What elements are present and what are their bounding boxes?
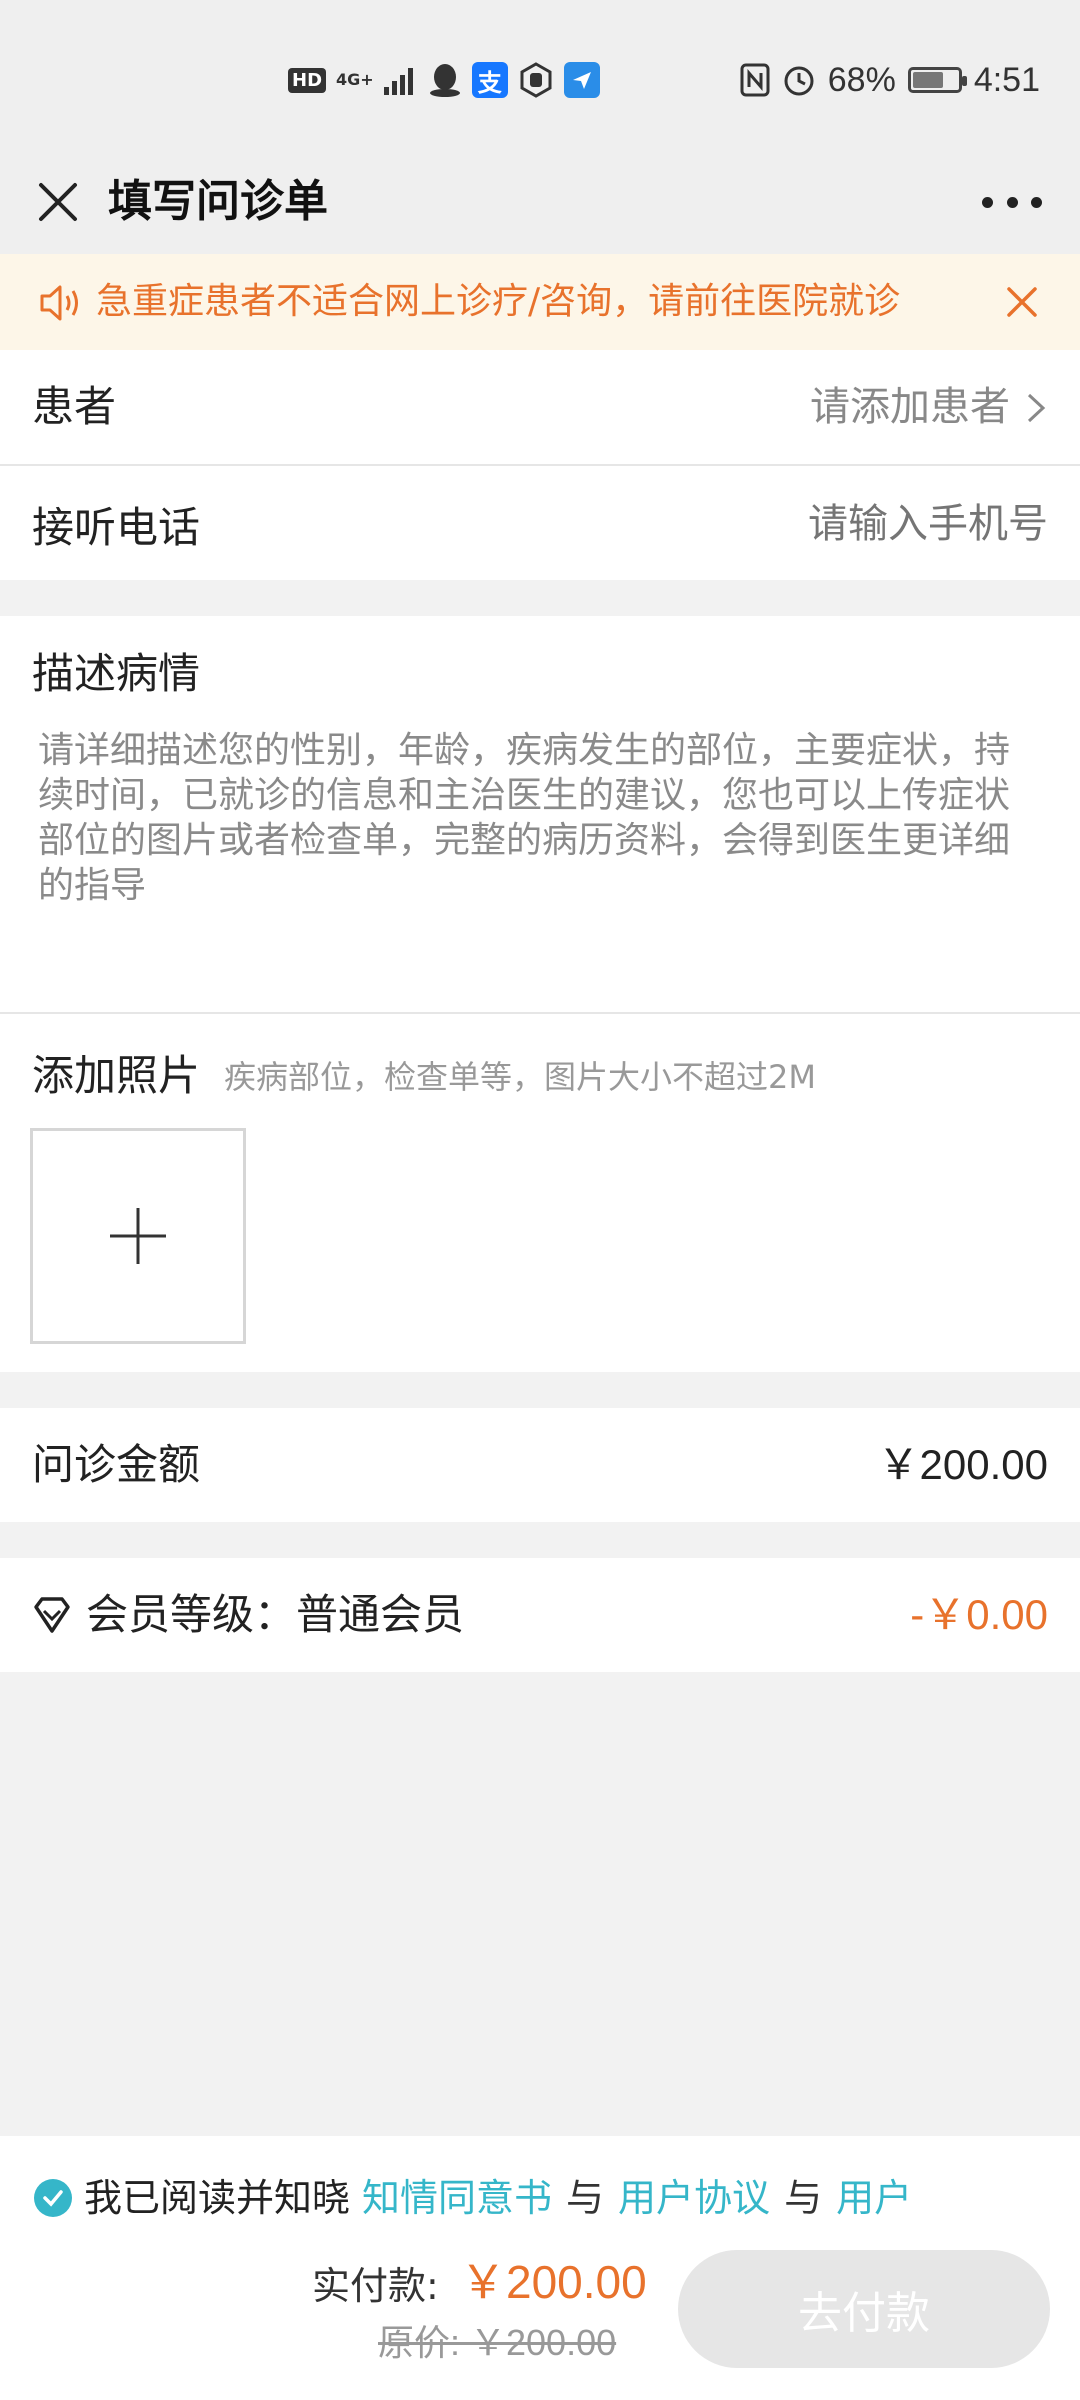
- agree-text: 我已阅读并知晓: [84, 2176, 351, 2220]
- patient-label: 患者: [32, 382, 117, 431]
- member-discount: -￥0.00: [910, 1591, 1048, 1638]
- status-icons-left: HD 4G+ 支: [288, 58, 600, 102]
- notice-close-button[interactable]: [994, 274, 1050, 330]
- consent-link[interactable]: 知情同意书: [362, 2170, 552, 2226]
- clock: 4:51: [973, 60, 1040, 99]
- photo-label: 添加照片: [32, 1051, 201, 1100]
- alarm-icon: [784, 66, 814, 96]
- signal-icon: [383, 68, 413, 95]
- checkout-footer: 我已阅读并知晓 知情同意书 与 用户协议 与 用户 实付款: ￥200.00 原…: [0, 2136, 1080, 2400]
- and-text: 与: [784, 2176, 823, 2220]
- phone-input[interactable]: [548, 494, 1048, 554]
- more-button[interactable]: [982, 174, 1042, 230]
- battery-level: [912, 72, 943, 88]
- pay-button[interactable]: 去付款: [678, 2250, 1050, 2368]
- add-photo-button[interactable]: [30, 1128, 246, 1344]
- pay-amount: ￥200.00: [460, 2256, 647, 2308]
- description-textarea[interactable]: 请详细描述您的性别，年龄，疾病发生的部位，主要症状，持续时间，已就诊的信息和主治…: [38, 728, 1038, 908]
- nfc-icon: [740, 63, 770, 97]
- more-icon: [982, 196, 993, 208]
- qq-icon: [429, 64, 460, 97]
- hand-icon: [520, 62, 552, 98]
- hd-badge: HD: [288, 67, 327, 93]
- phone-row: 接听电话: [0, 466, 1080, 580]
- status-icons-right: 68% 4:51: [740, 56, 1040, 104]
- network-label: 4G+: [336, 70, 374, 89]
- description-label: 描述病情: [32, 649, 201, 698]
- agree-checkbox[interactable]: [34, 2179, 72, 2217]
- agreement-line: 我已阅读并知晓 知情同意书 与 用户协议 与 用户: [34, 2170, 912, 2226]
- fee-label: 问诊金额: [32, 1440, 201, 1489]
- battery-percent: 68%: [827, 60, 896, 99]
- pay-label: 实付款:: [312, 2264, 439, 2308]
- fee-value: ￥200.00: [877, 1441, 1048, 1488]
- check-icon: [43, 2190, 63, 2207]
- user-agreement-link[interactable]: 用户协议: [618, 2170, 770, 2226]
- speaker-icon: [40, 285, 78, 321]
- nav-bar: 填写问诊单: [0, 150, 1080, 254]
- fee-row: 问诊金额 ￥200.00: [0, 1408, 1080, 1522]
- original-price: 原价: ￥200.00: [378, 2322, 617, 2363]
- battery-icon: [907, 67, 967, 93]
- member-row: 会员等级：普通会员 -￥0.00: [0, 1558, 1080, 1672]
- plus-icon: [110, 1208, 166, 1264]
- member-level: 会员等级：普通会员: [86, 1590, 465, 1639]
- alipay-icon: 支: [471, 62, 508, 98]
- chevron-right-icon: [1027, 393, 1046, 423]
- app-icon: [563, 62, 600, 98]
- notice-text: 急重症患者不适合网上诊疗/咨询，请前往医院就诊: [96, 281, 901, 322]
- phone-label: 接听电话: [32, 503, 201, 552]
- warning-notice: 急重症患者不适合网上诊疗/咨询，请前往医院就诊: [0, 254, 1080, 350]
- user-link[interactable]: 用户: [836, 2170, 912, 2226]
- close-icon: [1007, 287, 1037, 317]
- and-text: 与: [566, 2176, 605, 2220]
- status-bar: HD 4G+ 支 68% 4:51: [0, 0, 1080, 150]
- close-button[interactable]: [26, 170, 90, 234]
- diamond-icon: [34, 1597, 70, 1633]
- patient-placeholder: 请添加患者: [810, 384, 1010, 430]
- photo-hint: 疾病部位，检查单等，图片大小不超过2M: [224, 1058, 816, 1096]
- page-title: 填写问诊单: [108, 176, 328, 227]
- patient-row[interactable]: 患者 请添加患者: [0, 350, 1080, 464]
- close-icon: [39, 183, 77, 221]
